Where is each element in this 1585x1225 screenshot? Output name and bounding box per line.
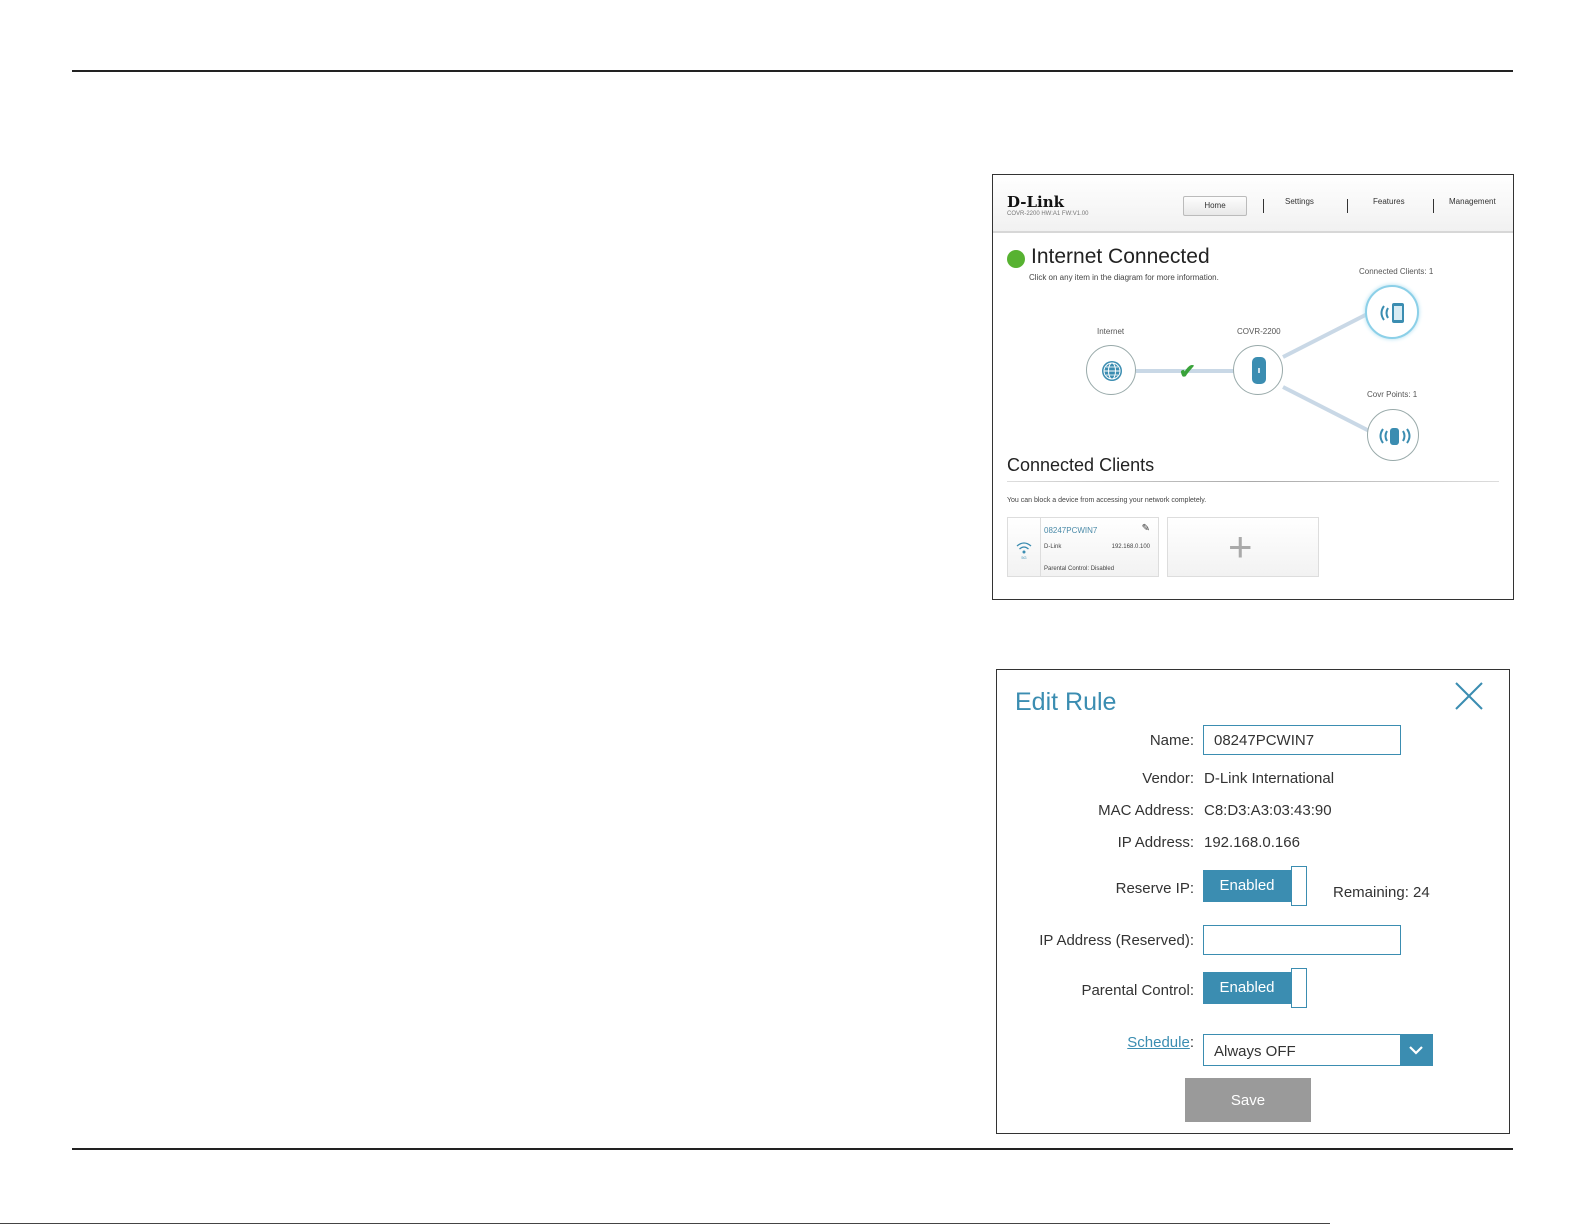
router-label: COVR-2200 <box>1237 327 1281 336</box>
mac-address-value: C8:D3:A3:03:43:90 <box>1204 802 1332 819</box>
schedule-value: Always OFF <box>1214 1043 1296 1060</box>
vendor-label: Vendor: <box>1142 770 1194 787</box>
router-home-screenshot: D-Link COVR-2200 HW:A1 FW:V1.00 Home Set… <box>992 174 1514 600</box>
globe-icon <box>1102 361 1122 381</box>
internet-label: Internet <box>1097 327 1125 336</box>
diagram-hint: Click on any item in the diagram for mor… <box>1029 273 1219 282</box>
clients-icon[interactable] <box>1365 285 1419 339</box>
reserved-ip-label: IP Address (Reserved): <box>1039 932 1194 949</box>
parental-control-label: Parental Control: <box>1081 982 1194 999</box>
reserve-ip-toggle[interactable]: Enabled <box>1203 866 1307 906</box>
internet-status: Internet Connected <box>1031 245 1210 268</box>
toggle-knob[interactable] <box>1291 968 1307 1008</box>
status-indicator-icon <box>1007 250 1025 268</box>
nav-settings[interactable]: Settings <box>1285 197 1314 206</box>
nav-separator <box>1347 199 1348 213</box>
client-vendor: D-Link <box>1044 544 1062 550</box>
schedule-link[interactable]: Schedule <box>1127 1034 1190 1051</box>
vendor-value: D-Link International <box>1204 770 1335 787</box>
name-label: Name: <box>1149 732 1194 749</box>
wireless-client-icon <box>1380 303 1404 323</box>
reserved-ip-input[interactable] <box>1203 925 1401 955</box>
remaining-count: Remaining: 24 <box>1333 884 1430 901</box>
covr-router-icon <box>1252 357 1266 384</box>
schedule-select[interactable]: Always OFF <box>1203 1034 1433 1066</box>
section-divider <box>1007 481 1499 482</box>
client-ip: 192.168.0.100 <box>1111 544 1150 550</box>
router-device-icon[interactable] <box>1233 345 1283 395</box>
nav-separator <box>1433 199 1434 213</box>
dialog-title: Edit Rule <box>1015 688 1117 716</box>
ip-address-value: 192.168.0.166 <box>1204 834 1300 851</box>
parental-control-toggle[interactable]: Enabled <box>1203 968 1307 1008</box>
connected-check-icon: ✔ <box>1179 361 1196 383</box>
nav-features[interactable]: Features <box>1373 197 1405 206</box>
bottom-rule <box>72 1148 1513 1150</box>
schedule-label-row: Schedule: <box>1127 1034 1194 1051</box>
client-parental-status: Parental Control: Disabled <box>1044 566 1115 572</box>
name-input[interactable] <box>1203 725 1401 755</box>
toggle-knob[interactable] <box>1291 866 1307 906</box>
footer-rule <box>0 1223 1330 1224</box>
edit-rule-dialog: Edit Rule Name: Vendor: D-Link Internati… <box>996 669 1510 1134</box>
save-button[interactable]: Save <box>1185 1078 1311 1122</box>
client-card[interactable]: 5G 08247PCWIN7 ✎ D-Link 192.168.0.100 Pa… <box>1007 517 1159 577</box>
nav-management[interactable]: Management <box>1449 197 1496 206</box>
internet-globe-icon[interactable] <box>1086 345 1136 395</box>
wifi-icon: 5G <box>1008 518 1041 576</box>
connected-clients-label: Connected Clients: 1 <box>1359 267 1434 276</box>
parental-control-state: Enabled <box>1203 972 1291 1004</box>
reserve-ip-label: Reserve IP: <box>1115 880 1194 897</box>
firmware-info: COVR-2200 HW:A1 FW:V1.00 <box>1007 211 1089 217</box>
mac-address-label: MAC Address: <box>1098 802 1194 819</box>
covr-point-icon[interactable] <box>1367 409 1419 461</box>
connected-clients-title: Connected Clients <box>1007 455 1155 475</box>
chevron-down-icon[interactable] <box>1400 1035 1432 1065</box>
plus-icon: + <box>1228 523 1253 570</box>
client-name: 08247PCWIN7 <box>1044 526 1098 535</box>
nav-separator <box>1263 199 1264 213</box>
covr-point-extender-icon <box>1379 428 1411 445</box>
schedule-colon: : <box>1189 1034 1194 1051</box>
svg-text:5G: 5G <box>1021 555 1026 560</box>
reserve-ip-state: Enabled <box>1203 870 1291 902</box>
top-rule <box>72 70 1513 72</box>
add-client-card[interactable]: + <box>1167 517 1319 577</box>
router-header: D-Link COVR-2200 HW:A1 FW:V1.00 Home Set… <box>993 175 1513 233</box>
covr-points-label: Covr Points: 1 <box>1367 390 1418 399</box>
close-icon[interactable] <box>1453 680 1485 712</box>
edit-pencil-icon[interactable]: ✎ <box>1142 523 1150 534</box>
block-device-hint: You can block a device from accessing yo… <box>1007 497 1207 504</box>
ip-address-label: IP Address: <box>1117 834 1194 851</box>
dlink-logo: D-Link <box>1007 193 1065 211</box>
nav-home[interactable]: Home <box>1183 196 1247 216</box>
